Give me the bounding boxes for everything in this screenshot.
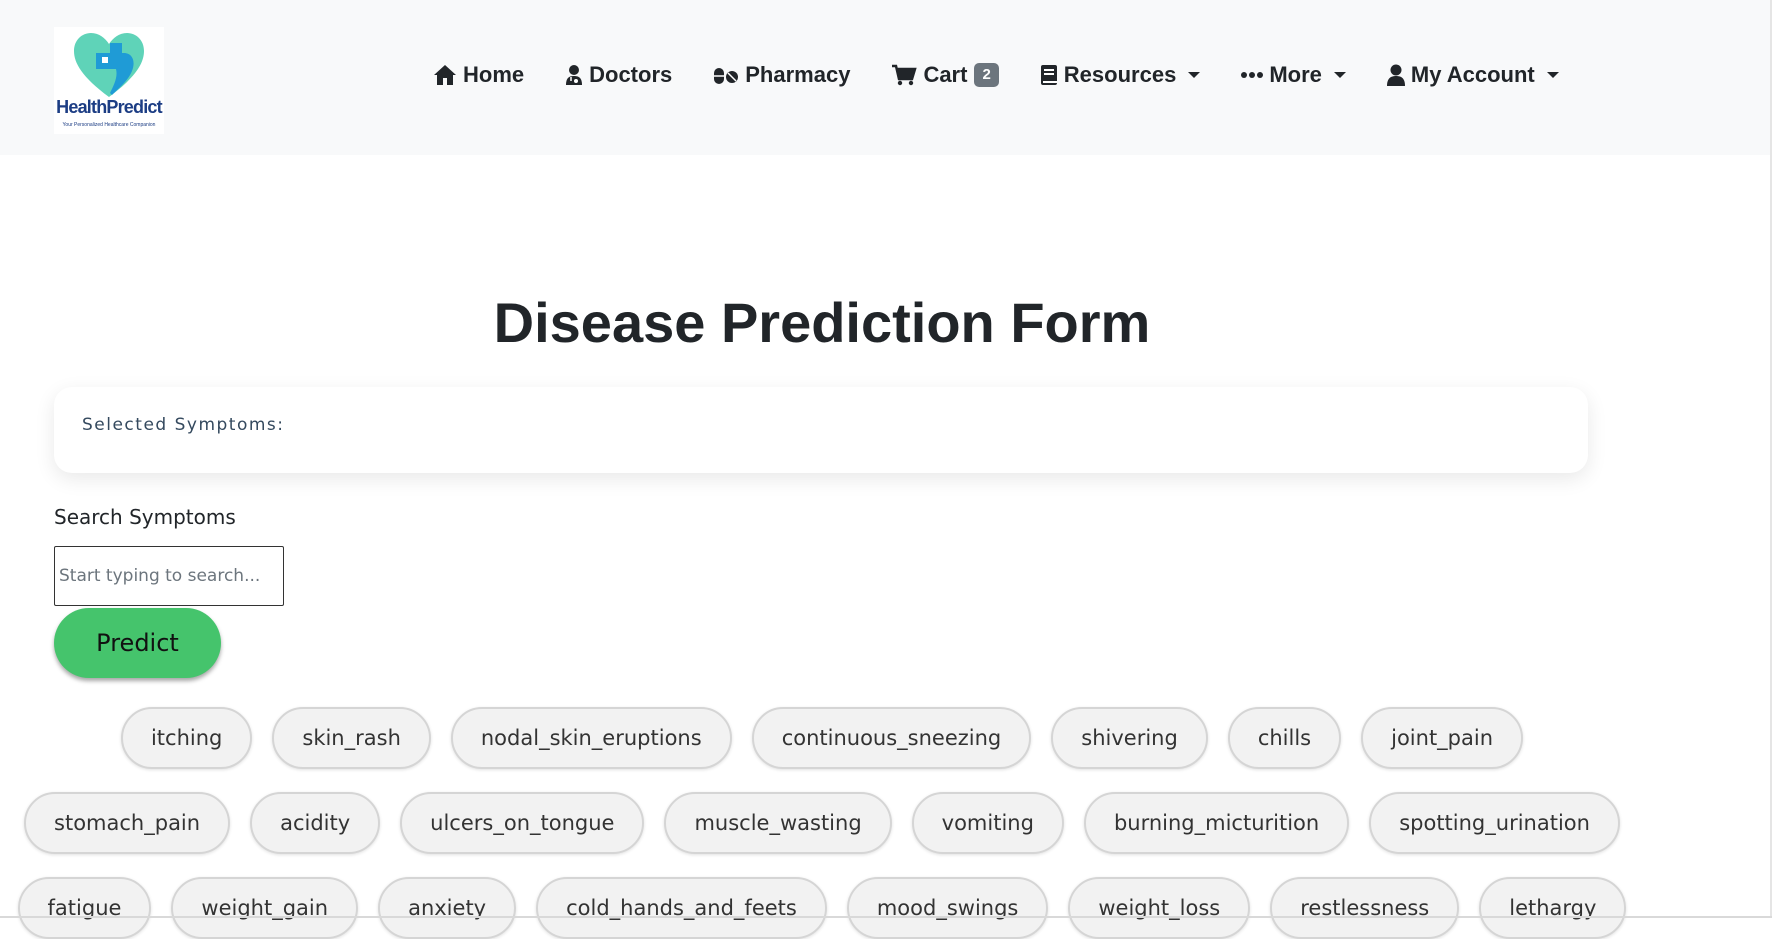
nav-more[interactable]: More [1241, 62, 1346, 88]
cart-icon [891, 64, 918, 86]
symptom-chip[interactable]: restlessness [1270, 877, 1460, 939]
symptom-chip[interactable]: burning_micturition [1083, 792, 1350, 854]
nav-more-label: More [1269, 62, 1322, 87]
symptom-chip[interactable]: joint_pain [1361, 707, 1524, 769]
nav-pharmacy-label: Pharmacy [745, 62, 851, 87]
symptom-chip[interactable]: itching [120, 707, 253, 769]
nav-my-account-label: My Account [1410, 62, 1535, 87]
symptom-chip[interactable]: spotting_urination [1369, 792, 1620, 854]
predict-button[interactable]: Predict [54, 608, 221, 678]
symptom-chip[interactable]: ulcers_on_tongue [400, 792, 645, 854]
symptom-chip[interactable]: muscle_wasting [664, 792, 892, 854]
brand-logo[interactable]: HealthPredict Your Personalized Healthca… [54, 27, 164, 134]
symptom-search-input[interactable] [54, 546, 284, 606]
nav-home-label: Home [463, 62, 525, 87]
nav-resources-label: Resources [1063, 62, 1177, 87]
selected-symptoms-label: Selected Symptoms: [82, 415, 285, 435]
symptom-chip[interactable]: mood_swings [846, 877, 1049, 939]
heart-icon [74, 33, 144, 97]
symptom-row-3: fatigue weight_gain anxiety cold_hands_a… [0, 877, 1644, 939]
nav-cart-label: Cart [923, 62, 968, 87]
home-icon [433, 64, 457, 86]
nav-resources[interactable]: Resources [1040, 62, 1201, 88]
nav-pharmacy[interactable]: Pharmacy [713, 62, 850, 88]
symptom-chip[interactable]: continuous_sneezing [751, 707, 1032, 769]
ellipsis-icon [1241, 71, 1264, 79]
symptom-row-2: stomach_pain acidity ulcers_on_tongue mu… [0, 792, 1644, 854]
chevron-down-icon [1546, 72, 1559, 78]
symptom-chip[interactable]: weight_loss [1068, 877, 1251, 939]
nav-home[interactable]: Home [433, 62, 524, 88]
doctor-icon [565, 64, 583, 86]
chevron-down-icon [1333, 72, 1346, 78]
symptom-chip[interactable]: weight_gain [171, 877, 359, 939]
nav-doctors[interactable]: Doctors [565, 62, 672, 88]
symptom-chip[interactable]: vomiting [911, 792, 1064, 854]
symptom-chip[interactable]: skin_rash [272, 707, 431, 769]
nav-cart[interactable]: Cart 2 [891, 62, 999, 88]
nav-doctors-label: Doctors [589, 62, 673, 87]
symptom-chip[interactable]: shivering [1051, 707, 1208, 769]
main-nav: Home Doctors Pharmacy Cart 2 Resources M… [433, 58, 1559, 92]
book-icon [1040, 64, 1058, 86]
symptom-chip[interactable]: lethargy [1479, 877, 1627, 939]
symptom-chip[interactable]: fatigue [17, 877, 152, 939]
pills-icon [713, 65, 739, 85]
chevron-down-icon [1188, 72, 1201, 78]
symptom-chip[interactable]: stomach_pain [24, 792, 231, 854]
symptom-chip[interactable]: cold_hands_and_feets [536, 877, 827, 939]
cart-count-badge: 2 [974, 63, 999, 87]
navbar: HealthPredict Your Personalized Healthca… [0, 0, 1772, 155]
symptom-row-1: itching skin_rash nodal_skin_eruptions c… [0, 707, 1644, 769]
symptom-chip[interactable]: chills [1227, 707, 1342, 769]
page-title: Disease Prediction Form [493, 291, 1151, 354]
symptom-chip[interactable]: nodal_skin_eruptions [450, 707, 732, 769]
nav-my-account[interactable]: My Account [1386, 62, 1559, 88]
brand-tagline: Your Personalized Healthcare Companion [62, 122, 156, 128]
symptom-chip[interactable]: acidity [250, 792, 381, 854]
search-symptoms-label: Search Symptoms [54, 505, 236, 529]
symptom-chip[interactable]: anxiety [378, 877, 517, 939]
user-icon [1386, 64, 1405, 86]
selected-symptoms-card: Selected Symptoms: [54, 387, 1588, 473]
brand-name: HealthPredict [56, 97, 162, 117]
